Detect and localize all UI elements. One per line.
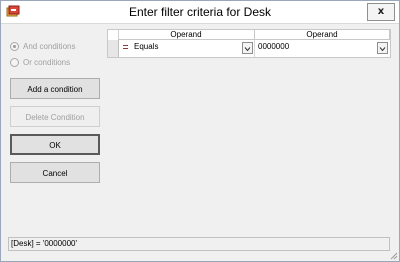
radio-indicator — [10, 58, 19, 68]
equals-operator-icon — [123, 45, 128, 49]
value-cell[interactable]: 0000000 — [255, 40, 390, 57]
resize-grip-icon[interactable] — [389, 251, 398, 260]
operator-cell[interactable]: Equals — [118, 40, 255, 57]
and-conditions-radio[interactable]: And conditions — [10, 41, 75, 53]
ok-button[interactable]: OK — [10, 134, 100, 155]
operator-dropdown-button[interactable] — [242, 42, 253, 54]
chevron-down-icon — [244, 47, 251, 52]
radio-indicator — [10, 42, 19, 52]
column-header-operand: Operand — [118, 30, 255, 40]
or-conditions-label: Or conditions — [23, 58, 71, 67]
operand-value: 0000000 — [258, 42, 290, 51]
add-condition-button[interactable]: Add a condition — [10, 78, 100, 99]
column-header-operand: Operand — [255, 30, 390, 40]
filter-expression-bar: [Desk] = '0000000' — [8, 237, 390, 251]
close-icon: x — [377, 6, 385, 17]
and-conditions-label: And conditions — [23, 42, 76, 51]
cancel-button[interactable]: Cancel — [10, 162, 100, 183]
delete-condition-button[interactable]: Delete Condition — [10, 106, 100, 127]
close-button[interactable]: x — [367, 3, 395, 21]
value-dropdown-button[interactable] — [377, 42, 388, 54]
filter-expression: [Desk] = '0000000' — [11, 239, 77, 248]
filter-dialog: Enter filter criteria for Desk x And con… — [0, 0, 400, 262]
chevron-down-icon — [379, 47, 386, 52]
operator-value: Equals — [134, 42, 159, 51]
title-bar: Enter filter criteria for Desk x — [1, 1, 399, 24]
or-conditions-radio[interactable]: Or conditions — [10, 57, 70, 69]
window-title: Enter filter criteria for Desk — [128, 5, 272, 19]
conditions-grid: Operand Operand Equals 0000000 — [107, 29, 391, 58]
